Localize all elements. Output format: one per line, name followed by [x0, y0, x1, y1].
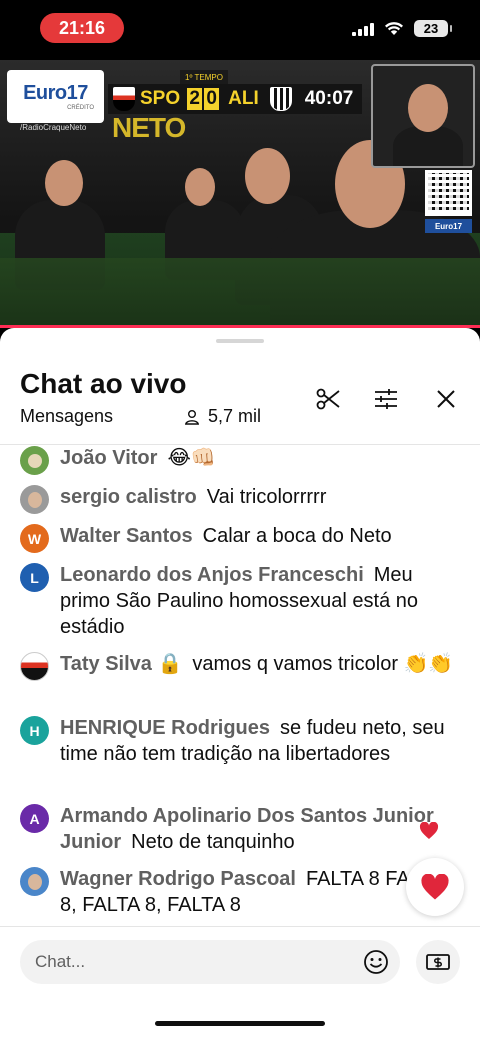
- heart-icon: [421, 873, 449, 899]
- chat-title: Chat ao vivo: [20, 368, 187, 399]
- sponsor-name: Euro17: [23, 82, 88, 104]
- set-wall-text: NETO: [112, 112, 186, 143]
- emoji-button[interactable]: [360, 946, 392, 978]
- sliders-icon: [375, 389, 397, 409]
- message-text: Vai tricolorrrrr: [206, 486, 327, 508]
- scissors-icon: [316, 388, 340, 410]
- message-author[interactable]: Taty Silva 🔒: [60, 653, 182, 675]
- home-indicator[interactable]: [155, 1021, 325, 1026]
- status-icons: 23: [352, 20, 452, 37]
- message-author[interactable]: João Vitor: [60, 447, 157, 469]
- video-desk: [0, 258, 480, 328]
- input-divider: [0, 926, 480, 927]
- away-team: ALI: [228, 88, 259, 109]
- sponsor-logo: Euro17 CRÉDITO: [7, 70, 104, 123]
- message-text: Neto de tanquinho: [131, 831, 295, 853]
- chat-message: W Walter Santos Calar a boca do Neto: [0, 523, 480, 553]
- social-handle: /RadioCraqueNeto: [20, 123, 87, 132]
- home-score: 2: [187, 88, 203, 110]
- avatar[interactable]: L: [20, 563, 49, 592]
- viewer-count-value: 5,7 mil: [208, 406, 262, 426]
- super-chat-button[interactable]: [416, 940, 460, 984]
- message-author[interactable]: sergio calistro: [60, 486, 197, 508]
- avatar[interactable]: H: [20, 716, 49, 745]
- away-score: 0: [204, 88, 220, 110]
- avatar[interactable]: [20, 485, 49, 514]
- chat-settings-button[interactable]: [371, 384, 401, 414]
- viewer-count: 5,7 mil: [184, 406, 261, 427]
- avatar[interactable]: A: [20, 804, 49, 833]
- message-author[interactable]: Wagner Rodrigo Pascoal: [60, 868, 296, 890]
- floating-heart-icon: [419, 821, 441, 844]
- home-crest-icon: [113, 87, 135, 111]
- message-author[interactable]: HENRIQUE Rodrigues: [60, 717, 270, 739]
- chat-subtitle[interactable]: Mensagens: [20, 406, 113, 427]
- close-chat-button[interactable]: [431, 384, 461, 414]
- chat-input[interactable]: Chat...: [20, 940, 400, 984]
- close-icon: [437, 390, 455, 408]
- wifi-icon: [385, 22, 403, 35]
- video-person-head: [45, 160, 83, 206]
- home-team: SPO: [140, 88, 181, 109]
- live-video-player[interactable]: NETO /RadioCraqueNeto Euro17 CRÉDITO 1º …: [0, 60, 480, 328]
- avatar[interactable]: W: [20, 524, 49, 553]
- like-reaction-button[interactable]: [406, 858, 464, 916]
- message-text: 😂👊🏻: [167, 447, 216, 469]
- scoreboard: SPO 2 0 ALI 40:07: [108, 84, 362, 114]
- chat-message: Taty Silva 🔒 vamos q vamos tricolor 👏👏: [0, 651, 480, 681]
- away-crest-icon: [269, 87, 292, 111]
- clip-button[interactable]: [313, 384, 343, 414]
- qr-code: [425, 170, 472, 216]
- chat-message: H HENRIQUE Rodrigues se fudeu neto, seu t…: [0, 715, 480, 767]
- chat-panel: Chat ao vivo Mensagens 5,7 mil João Vito…: [0, 328, 480, 1038]
- avatar[interactable]: [20, 652, 49, 681]
- battery-icon: 23: [414, 20, 452, 37]
- video-person-head: [185, 168, 215, 206]
- status-bar: 21:16 23: [0, 0, 480, 60]
- dollar-bill-icon: [426, 954, 450, 970]
- chat-message: sergio calistro Vai tricolorrrrr: [0, 484, 480, 514]
- sponsor-sub: CRÉDITO: [67, 105, 94, 111]
- match-period: 1º TEMPO: [180, 70, 228, 84]
- cellular-signal-icon: [352, 22, 374, 36]
- message-author[interactable]: Walter Santos: [60, 525, 193, 547]
- match-clock: 40:07: [304, 88, 354, 109]
- chat-message: L Leonardo dos Anjos Franceschi Meu primo…: [0, 562, 480, 640]
- drag-handle[interactable]: [216, 339, 264, 343]
- picture-in-picture-cam: [371, 64, 475, 168]
- avatar[interactable]: [20, 446, 49, 475]
- smiley-icon: [364, 950, 388, 974]
- corner-brand: Euro17: [425, 219, 472, 233]
- chat-message: A Armando Apolinario Dos Santos Junior J…: [0, 803, 480, 855]
- avatar[interactable]: [20, 867, 49, 896]
- message-text: Calar a boca do Neto: [202, 525, 392, 547]
- chat-message: João Vitor 😂👊🏻: [0, 445, 480, 475]
- chat-message-list[interactable]: João Vitor 😂👊🏻 sergio calistro Vai tricolo…: [0, 445, 480, 925]
- pip-person-head: [408, 84, 448, 132]
- message-author[interactable]: Leonardo dos Anjos Franceschi: [60, 564, 364, 586]
- pip-person: [393, 126, 463, 166]
- chat-input-placeholder: Chat...: [35, 952, 86, 971]
- person-icon: [184, 409, 200, 425]
- status-time: 21:16: [40, 13, 124, 43]
- video-person-head: [245, 148, 290, 204]
- message-text: vamos q vamos tricolor 👏👏: [192, 653, 454, 675]
